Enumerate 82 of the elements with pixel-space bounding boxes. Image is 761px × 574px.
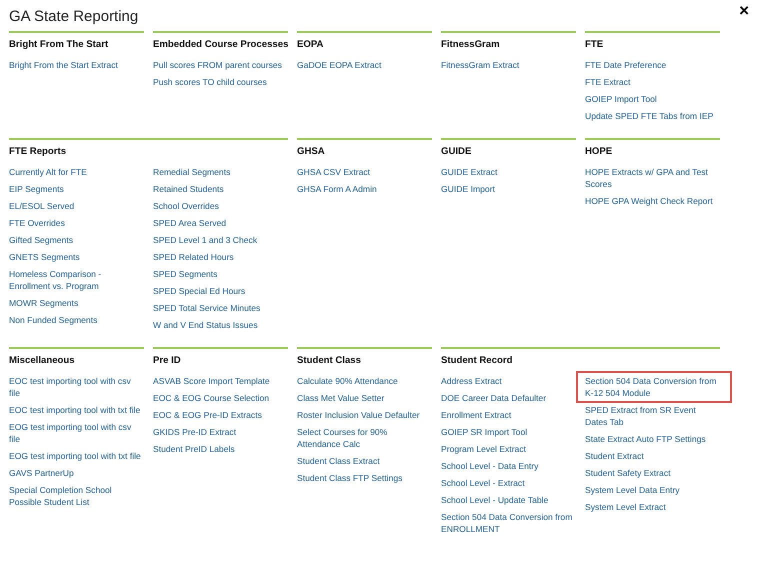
report-link[interactable]: MOWR Segments	[9, 297, 144, 309]
report-link[interactable]: EOC & EOG Pre-ID Extracts	[153, 409, 288, 421]
report-link[interactable]: Roster Inclusion Value Defaulter	[297, 409, 432, 421]
section-heading: GUIDE	[441, 145, 472, 158]
report-link[interactable]: GOIEP Import Tool	[585, 93, 720, 105]
report-link[interactable]: Section 504 Data Conversion from ENROLLMENT	[441, 511, 576, 535]
report-link[interactable]: Class Met Value Setter	[297, 392, 432, 404]
report-link[interactable]: EOG test importing tool with txt file	[9, 450, 144, 462]
report-link[interactable]: SPED Total Service Minutes	[153, 302, 288, 314]
report-link[interactable]: W and V End Status Issues	[153, 319, 288, 331]
report-link[interactable]: EOG test importing tool with csv file	[9, 421, 144, 445]
report-link[interactable]: Student PreID Labels	[153, 443, 288, 455]
report-link[interactable]: GaDOE EOPA Extract	[297, 59, 432, 71]
report-link[interactable]: Homeless Comparison - Enrollment vs. Program	[9, 268, 144, 292]
section-heading: Bright From The Start	[9, 38, 110, 51]
section-heading: Student Class	[297, 354, 362, 367]
report-link[interactable]: SPED Special Ed Hours	[153, 285, 288, 297]
report-link[interactable]: FTE Overrides	[9, 217, 144, 229]
report-link[interactable]: Select Courses for 90% Attendance Calc	[297, 426, 432, 450]
report-link[interactable]: FitnessGram Extract	[441, 59, 576, 71]
report-link[interactable]: Push scores TO child courses	[153, 76, 288, 88]
report-link[interactable]: EOC test importing tool with csv file	[9, 375, 144, 399]
section-heading: HOPE	[585, 145, 614, 158]
report-link[interactable]: GAVS PartnerUp	[9, 467, 144, 479]
report-link[interactable]: System Level Data Entry	[585, 484, 720, 496]
report-link[interactable]: School Overrides	[153, 200, 288, 212]
report-link[interactable]: SPED Area Served	[153, 217, 288, 229]
report-link[interactable]: Retained Students	[153, 183, 288, 195]
report-link[interactable]: GNETS Segments	[9, 251, 144, 263]
report-link[interactable]: Special Completion School Possible Student List	[9, 484, 144, 508]
report-link[interactable]: Gifted Segments	[9, 234, 144, 246]
report-link[interactable]: State Extract Auto FTP Settings	[585, 433, 720, 445]
section-heading: Embedded Course Processes	[153, 38, 288, 51]
report-link[interactable]: Address Extract	[441, 375, 576, 387]
section-heading: FTE	[585, 38, 604, 51]
report-link[interactable]: EIP Segments	[9, 183, 144, 195]
report-link[interactable]: Non Funded Segments	[9, 314, 144, 326]
report-link[interactable]: Section 504 Data Conversion from K-12 504 Module	[576, 371, 732, 403]
report-link[interactable]: EOC & EOG Course Selection	[153, 392, 288, 404]
report-link[interactable]: GKIDS Pre-ID Extract	[153, 426, 288, 438]
section-heading: Miscellaneous	[9, 354, 76, 367]
report-link[interactable]: FTE Date Preference	[585, 59, 720, 71]
section-heading: GHSA	[297, 145, 326, 158]
report-link[interactable]: Update SPED FTE Tabs from IEP	[585, 110, 720, 122]
report-link[interactable]: GHSA CSV Extract	[297, 166, 432, 178]
section-heading: FitnessGram	[441, 38, 501, 51]
report-link[interactable]: Calculate 90% Attendance	[297, 375, 432, 387]
report-link[interactable]: HOPE Extracts w/ GPA and Test Scores	[585, 166, 720, 190]
section-heading: Student Record	[441, 354, 514, 367]
report-link[interactable]: SPED Extract from SR Event Dates Tab	[585, 404, 720, 428]
section-heading: EOPA	[297, 38, 324, 51]
report-link[interactable]: GOIEP SR Import Tool	[441, 426, 576, 438]
report-link[interactable]: Enrollment Extract	[441, 409, 576, 421]
report-link[interactable]: FTE Extract	[585, 76, 720, 88]
report-link[interactable]: School Level - Extract	[441, 477, 576, 489]
report-link[interactable]: System Level Extract	[585, 501, 720, 513]
window-title: GA State Reporting	[9, 7, 138, 27]
report-link[interactable]: GUIDE Import	[441, 183, 576, 195]
report-link[interactable]: Student Class Extract	[297, 455, 432, 467]
report-link[interactable]: EOC test importing tool with txt file	[9, 404, 144, 416]
report-link[interactable]: School Level - Update Table	[441, 494, 576, 506]
report-link[interactable]: Student Extract	[585, 450, 720, 462]
report-link[interactable]: GHSA Form A Admin	[297, 183, 432, 195]
report-link[interactable]: Student Class FTP Settings	[297, 472, 432, 484]
report-link[interactable]: Pull scores FROM parent courses	[153, 59, 288, 71]
report-link[interactable]: ASVAB Score Import Template	[153, 375, 288, 387]
report-link[interactable]: EL/ESOL Served	[9, 200, 144, 212]
report-link[interactable]: Program Level Extract	[441, 443, 576, 455]
report-link[interactable]: GUIDE Extract	[441, 166, 576, 178]
report-link[interactable]: SPED Related Hours	[153, 251, 288, 263]
close-button[interactable]: ×	[737, 2, 751, 19]
report-link[interactable]: School Level - Data Entry	[441, 460, 576, 472]
report-link[interactable]: DOE Career Data Defaulter	[441, 392, 576, 404]
report-link[interactable]: Student Safety Extract	[585, 467, 720, 479]
section-heading: Pre ID	[153, 354, 182, 367]
report-link[interactable]: Currently Alt for FTE	[9, 166, 144, 178]
report-link[interactable]: SPED Segments	[153, 268, 288, 280]
section-heading: FTE Reports	[9, 145, 68, 158]
report-link[interactable]: Remedial Segments	[153, 166, 288, 178]
report-link[interactable]: Bright From the Start Extract	[9, 59, 144, 71]
report-link[interactable]: HOPE GPA Weight Check Report	[585, 195, 720, 207]
report-link[interactable]: SPED Level 1 and 3 Check	[153, 234, 288, 246]
